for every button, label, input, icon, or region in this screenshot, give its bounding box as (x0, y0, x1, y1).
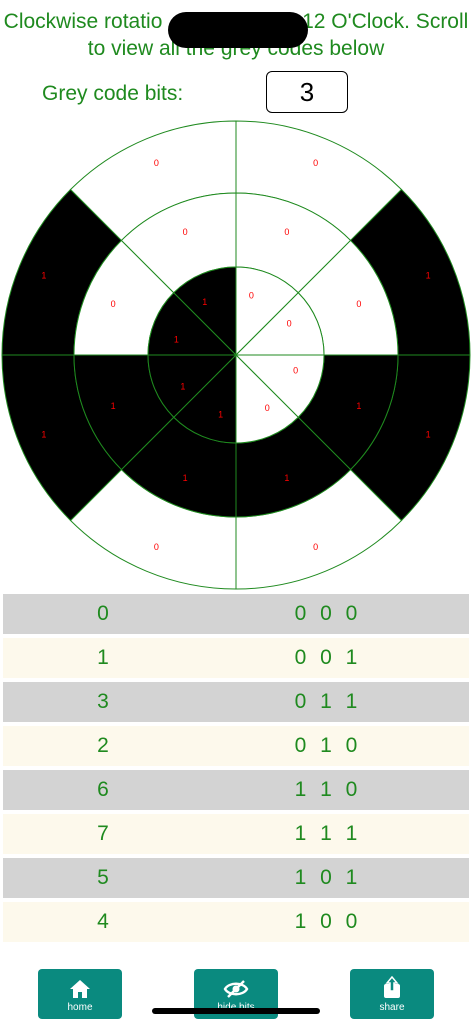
wheel-bit-label: 0 (111, 299, 116, 309)
wheel-bit-label: 1 (111, 401, 116, 411)
wheel-bit-label: 1 (284, 473, 289, 483)
wheel-bit-label: 0 (265, 403, 270, 413)
wheel-bit-label: 1 (426, 430, 431, 440)
home-button-label: home (67, 1002, 93, 1013)
bits-label: Grey code bits: (42, 82, 184, 105)
share-button[interactable]: share (350, 969, 434, 1019)
wheel-bit-label: 0 (284, 227, 289, 237)
eye-slash-icon (223, 980, 249, 998)
wheel-bit-label: 1 (426, 270, 431, 280)
code-cell: 0 0 0 (294, 602, 358, 625)
wheel-bit-label: 0 (183, 227, 188, 237)
share-button-label: share (379, 1002, 405, 1013)
decimal-cell: 0 (97, 602, 109, 625)
wheel-bit-label: 1 (174, 335, 179, 345)
wheel-bit-label: 0 (154, 158, 159, 168)
table-row: 7 1 1 1 (3, 814, 469, 854)
code-cell: 1 0 0 (294, 910, 358, 933)
instructions-line1-left: Clockwise rotatio (3, 10, 163, 33)
code-cell: 0 0 1 (294, 646, 358, 669)
grey-code-wheel: 0 1 1 0 0 1 1 0 0 0 1 1 1 1 0 0 0 0 0 0 1 1 1 1 (1, 120, 471, 590)
wheel-bit-label: 0 (313, 158, 318, 168)
home-button[interactable]: home (38, 969, 122, 1019)
home-icon (70, 980, 90, 998)
decimal-cell: 2 (97, 734, 109, 757)
wheel-bit-label: 0 (249, 290, 254, 300)
wheel-bit-label: 0 (356, 299, 361, 309)
table-row: 4 1 0 0 (3, 902, 469, 942)
code-cell: 0 1 1 (294, 690, 358, 713)
wheel-bit-label: 0 (154, 542, 159, 552)
table-row: 3 0 1 1 (3, 682, 469, 722)
wheel-bit-label: 1 (183, 473, 188, 483)
share-icon (384, 976, 400, 998)
decimal-cell: 5 (97, 866, 109, 889)
decimal-cell: 4 (97, 910, 109, 933)
table-row: 6 1 1 0 (3, 770, 469, 810)
code-cell: 1 0 1 (294, 866, 358, 889)
camera-notch (168, 12, 308, 48)
decimal-cell: 3 (97, 690, 109, 713)
wheel-bit-label: 1 (41, 270, 46, 280)
grey-code-table: 0 0 0 0 1 0 0 1 3 0 1 1 2 0 1 0 6 1 1 0 … (3, 594, 469, 946)
decimal-cell: 1 (97, 646, 109, 669)
table-row: 2 0 1 0 (3, 726, 469, 766)
table-row: 0 0 0 0 (3, 594, 469, 634)
wheel-bit-label: 1 (202, 297, 207, 307)
wheel-bit-label: 0 (293, 365, 298, 375)
home-indicator (152, 1008, 320, 1014)
code-cell: 1 1 0 (294, 778, 358, 801)
decimal-cell: 6 (97, 778, 109, 801)
wheel-bit-label: 1 (180, 381, 185, 391)
code-cell: 0 1 0 (294, 734, 358, 757)
table-row: 5 1 0 1 (3, 858, 469, 898)
wheel-bit-label: 1 (356, 401, 361, 411)
instructions-line1-right: 12 O'Clock. Scroll (302, 10, 469, 33)
wheel-bit-label: 0 (287, 319, 292, 329)
decimal-cell: 7 (97, 822, 109, 845)
table-row: 1 0 0 1 (3, 638, 469, 678)
wheel-bit-label: 1 (41, 430, 46, 440)
code-cell: 1 1 1 (294, 822, 358, 845)
wheel-bit-label: 0 (313, 542, 318, 552)
wheel-bit-label: 1 (218, 410, 223, 420)
bits-input[interactable]: 3 (266, 71, 348, 113)
